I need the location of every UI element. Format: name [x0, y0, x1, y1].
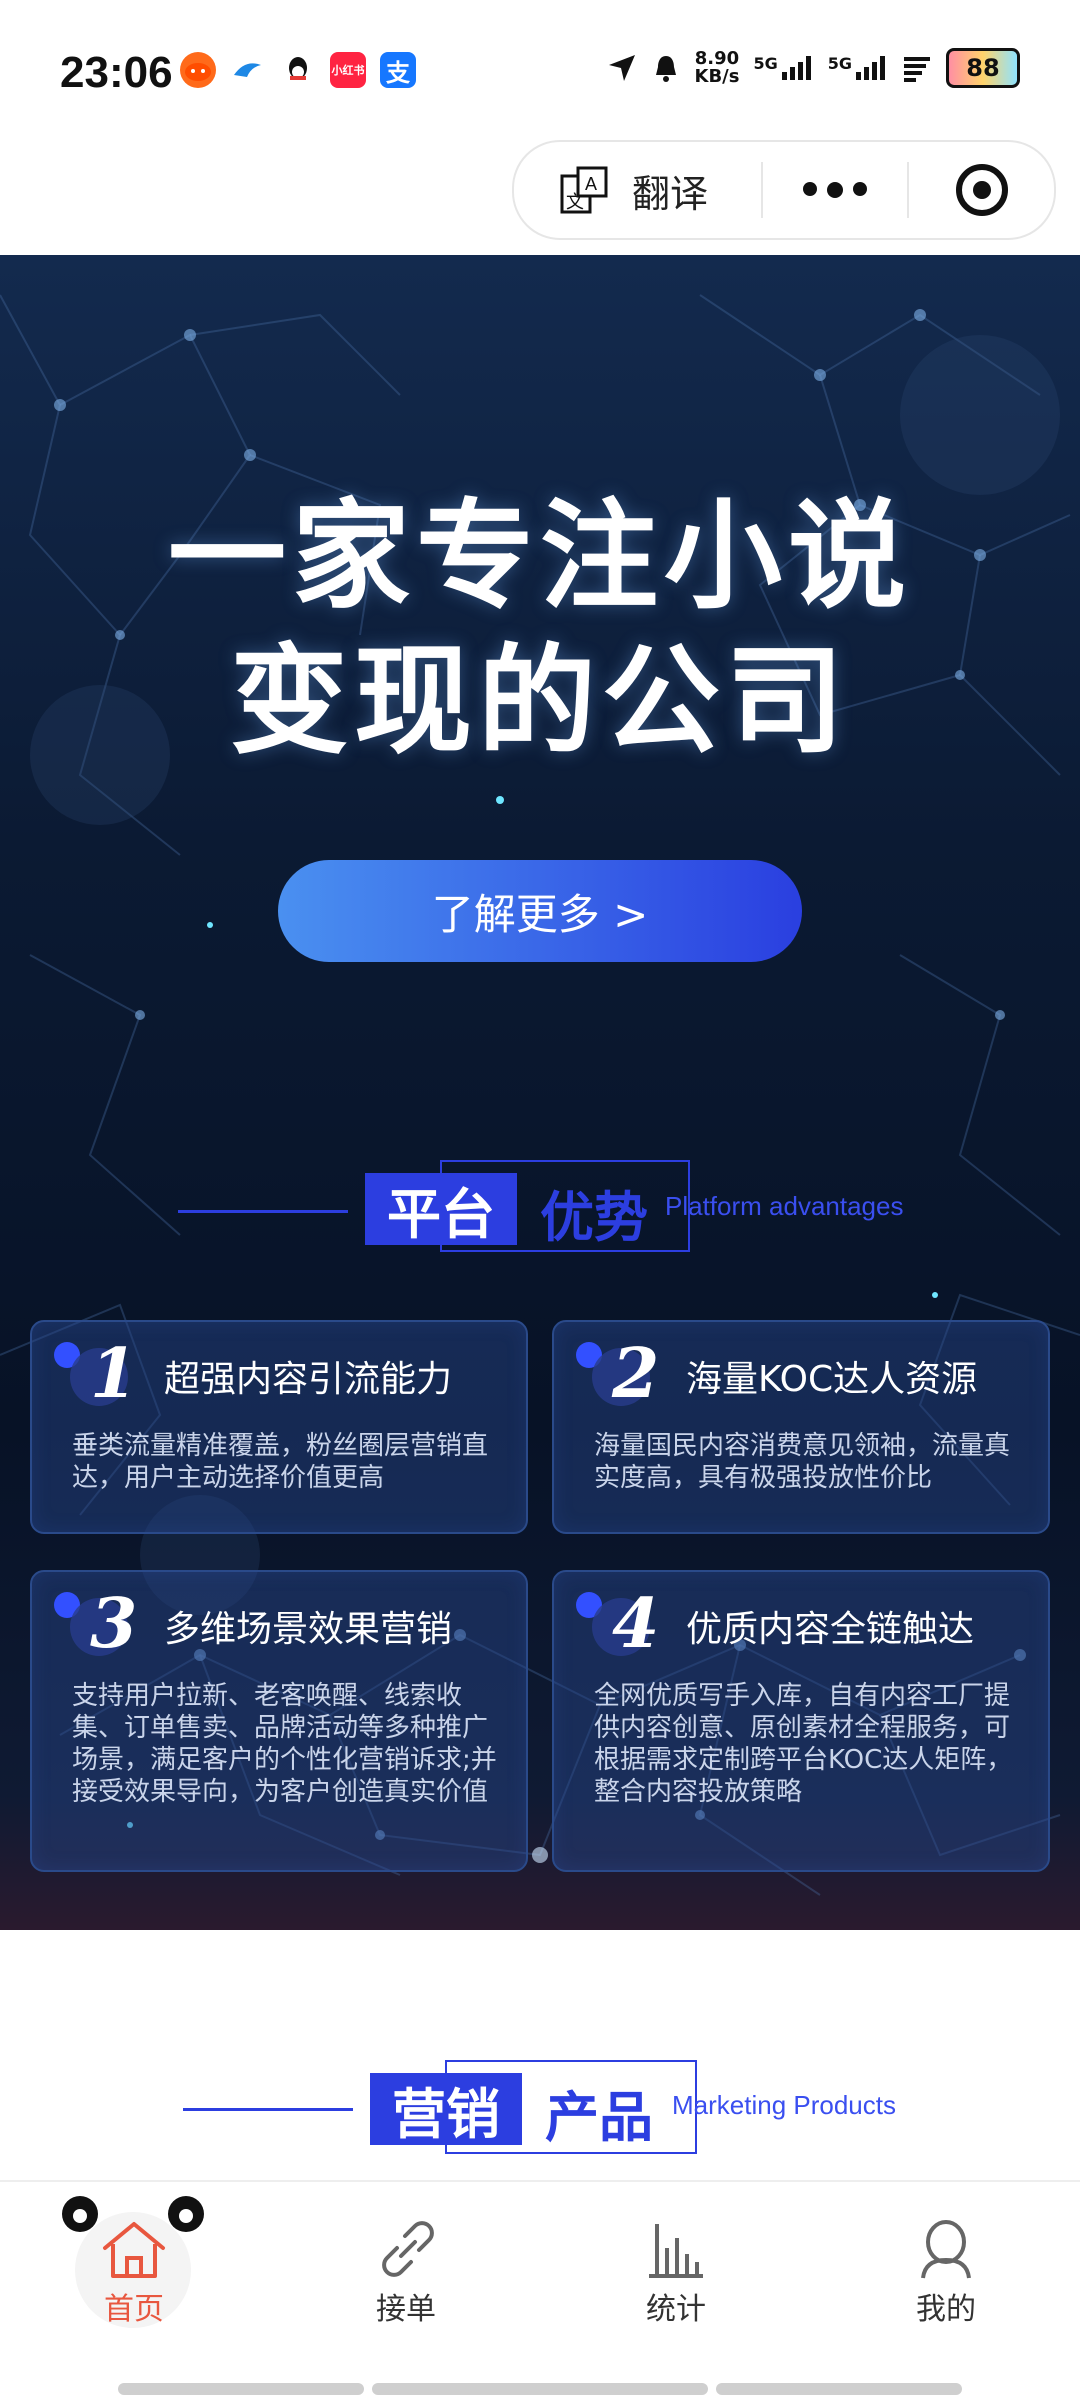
more-dots-icon [802, 182, 817, 196]
card-title: 多维场景效果营销 [164, 1609, 453, 1650]
tab-statistics[interactable]: 统计 [606, 2218, 746, 2328]
bottom-tab-bar: 首页 接单 统计 我的 [0, 2180, 1080, 2402]
tab-label: 首页 [104, 2292, 164, 2327]
status-time: 23:06 [60, 48, 173, 97]
svg-text:文: 文 [566, 192, 584, 213]
card-title: 超强内容引流能力 [164, 1359, 453, 1400]
battery-indicator: 88 [946, 48, 1020, 88]
location-icon [608, 55, 635, 81]
net-speed-unit: KB/s [694, 66, 740, 87]
translate-button[interactable]: A 文 翻译 [514, 163, 761, 218]
xiaohongshu-icon: 小红书 [330, 52, 366, 88]
home-icon [103, 2222, 165, 2278]
tab-profile[interactable]: 我的 [876, 2218, 1016, 2328]
tab-label: 统计 [646, 2292, 706, 2327]
link-icon [382, 2221, 434, 2277]
taobao-icon [180, 52, 216, 88]
learn-more-button[interactable]: 了解更多 > [278, 860, 802, 962]
tab-label: 接单 [376, 2292, 436, 2327]
signal-bars-icon [856, 56, 885, 80]
card-number: 3 [90, 1584, 138, 1664]
qq-icon [280, 52, 316, 88]
card-number: 2 [612, 1334, 660, 1414]
card-number: 1 [90, 1334, 138, 1414]
tab-orders[interactable]: 接单 [336, 2218, 476, 2328]
gesture-bar [118, 2383, 364, 2395]
mini-program-capsule: A 文 翻译 [512, 140, 1056, 240]
marketing-section-title: 营销 产品 Marketing Products [0, 2060, 1080, 2180]
section-title-en: Marketing Products [672, 2090, 896, 2120]
tab-label: 我的 [916, 2292, 976, 2327]
bird-icon [230, 52, 266, 88]
card-description: 海量国民内容消费意见领袖，流量真实度高，具有极强投放性价比 [594, 1431, 1011, 1493]
advantage-card-3: 3 多维场景效果营销 支持用户拉新、老客唤醒、线索收集、订单售卖、品牌活动等多种… [30, 1570, 528, 1872]
card-title: 优质内容全链触达 [686, 1609, 975, 1650]
alarm-icon [655, 56, 676, 82]
advantage-card-4: 4 优质内容全链触达 全网优质写手入库，自有内容工厂提供内容创意、原创素材全程服… [552, 1570, 1050, 1872]
section-title-part2: 产品 [545, 2086, 653, 2149]
section-title-part1: 平台 [365, 1173, 517, 1246]
more-menu-button[interactable] [763, 182, 908, 198]
signal-5g-1: 5G [753, 54, 813, 82]
hero-headline-line2: 变现的公司 [229, 632, 850, 770]
card-description: 垂类流量精准覆盖，粉丝圈层营销直达，用户主动选择价值更高 [72, 1431, 489, 1493]
gesture-bar [372, 2383, 708, 2395]
translate-label: 翻译 [632, 171, 709, 216]
section-title-part2: 优势 [540, 1186, 648, 1249]
status-bar: 23:06 小红书 支 8.90 KB/s 5G 5G 88 [0, 0, 1080, 140]
card-title: 海量KOC达人资源 [686, 1359, 978, 1400]
signal-bars-icon [781, 56, 811, 80]
title-decor-line [178, 1210, 348, 1213]
bar-chart-icon [649, 2224, 703, 2278]
card-description: 全网优质写手入库，自有内容工厂提供内容创意、原创素材全程服务，可根据需求定制跨平… [594, 1681, 1013, 1807]
net-speed: 8.90 KB/s [695, 50, 740, 86]
notification-icons: 小红书 支 [180, 52, 416, 88]
translate-icon: A 文 [560, 166, 608, 214]
card-description: 支持用户拉新、老客唤醒、线索收集、订单售卖、品牌活动等多种推广场景，满足客户的个… [72, 1681, 497, 1807]
close-mini-program-button[interactable] [909, 164, 1054, 216]
user-icon [921, 2220, 971, 2279]
more-dots-icon-center [826, 182, 843, 198]
signal-5g-2: 5G [828, 54, 888, 82]
advantage-card-2: 2 海量KOC达人资源 海量国民内容消费意见领袖，流量真实度高，具有极强投放性价… [552, 1320, 1050, 1534]
signal-label: 5G [753, 54, 778, 73]
tab-home[interactable]: 首页 [64, 2218, 204, 2328]
section-title-en: Platform advantages [665, 1191, 904, 1221]
svg-text:A: A [585, 174, 597, 194]
advantage-card-1: 1 超强内容引流能力 垂类流量精准覆盖，粉丝圈层营销直达，用户主动选择价值更高 [30, 1320, 528, 1534]
more-dots-icon-right [852, 182, 867, 196]
title-decor-line [183, 2108, 353, 2111]
hero-banner: 一家专注小说 变现的公司 了解更多 > 平台 优势 Platform advan… [0, 255, 1080, 1930]
signal-label: 5G [827, 54, 852, 73]
target-icon [955, 164, 1008, 216]
section-title-part1: 营销 [370, 2073, 522, 2146]
alipay-icon: 支 [380, 52, 416, 88]
system-indicators: 8.90 KB/s 5G 5G 88 [607, 48, 1020, 88]
wifi-icon [904, 57, 930, 82]
gesture-bar [716, 2383, 962, 2395]
card-number: 4 [612, 1584, 660, 1664]
